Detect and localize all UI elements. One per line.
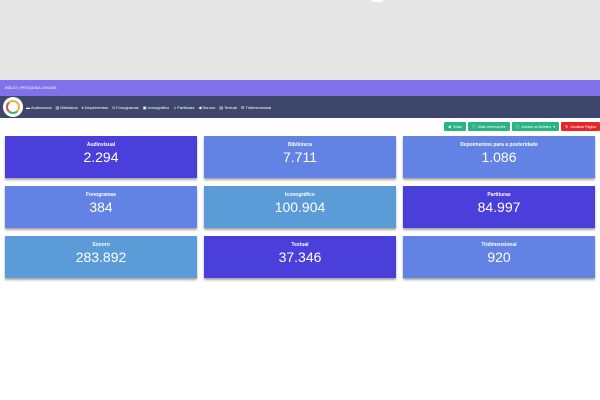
stat-card-partituras[interactable]: Partituras 84.997 bbox=[403, 186, 595, 228]
nav-label: Textual bbox=[224, 104, 237, 110]
info-icon: ⓘ bbox=[471, 123, 476, 129]
video-camera-icon: ▬ bbox=[26, 104, 30, 110]
page-title: INÍCIO | PESQUISA ONLINE bbox=[5, 85, 57, 90]
stat-card-biblioteca[interactable]: Biblioteca 7.711 bbox=[204, 136, 396, 178]
bulletin-button[interactable]: ⓘ Acesse os Boletins ▾ bbox=[511, 122, 560, 131]
card-value: 384 bbox=[89, 199, 113, 215]
blank-area bbox=[0, 0, 600, 80]
music-icon: ♫ bbox=[173, 104, 177, 110]
image-icon: ▣ bbox=[142, 104, 147, 110]
card-value: 920 bbox=[487, 249, 511, 265]
nav-label: Fonogramas bbox=[116, 104, 139, 110]
refresh-icon: ↻ bbox=[565, 124, 569, 129]
action-toolbar: ◀ Voltar ⓘ Mais Informações ⓘ Acesse os Bol… bbox=[443, 122, 600, 131]
nav-label: Tridimensional bbox=[245, 104, 272, 110]
card-value: 1.086 bbox=[481, 149, 517, 165]
bulletin-label: Acesse os Boletins bbox=[521, 124, 552, 129]
nav-item-textual[interactable]: ▤ Textual bbox=[219, 105, 236, 110]
card-title: Partituras bbox=[487, 192, 511, 198]
stat-card-textual[interactable]: Textual 37.346 bbox=[204, 236, 396, 278]
caret-down-icon: ▾ bbox=[553, 124, 556, 129]
main-content: ◀ Voltar ⓘ Mais Informações ⓘ Acesse os Bol… bbox=[0, 118, 600, 400]
card-value: 283.892 bbox=[75, 249, 127, 265]
more-info-button[interactable]: ⓘ Mais Informações bbox=[467, 122, 510, 131]
card-title: Iconográfico bbox=[284, 192, 315, 198]
nav-label: Iconográfico bbox=[147, 104, 170, 110]
nav-item-iconografico[interactable]: ▣ Iconográfico bbox=[143, 105, 170, 110]
top-bar: INÍCIO | PESQUISA ONLINE bbox=[0, 80, 600, 96]
card-value: 7.711 bbox=[283, 149, 317, 165]
card-value: 2.294 bbox=[83, 149, 119, 165]
nav-item-audiovisual[interactable]: ▬ Audiovisual bbox=[26, 105, 51, 110]
logo[interactable] bbox=[3, 97, 23, 117]
nav-item-biblioteca[interactable]: ▤ Biblioteca bbox=[55, 105, 77, 110]
back-label: Voltar bbox=[452, 124, 462, 129]
nav-label: Biblioteca bbox=[60, 104, 78, 110]
more-info-label: Mais Informações bbox=[477, 124, 506, 129]
nav-item-tridimensional[interactable]: ⚙ Tridimensional bbox=[241, 105, 271, 110]
microphone-icon: ♦ bbox=[81, 104, 84, 110]
nav-item-sonoro[interactable]: ◀ Sonoro bbox=[198, 105, 215, 110]
nav-item-depoimentos[interactable]: ♦ Depoimentos bbox=[82, 105, 109, 110]
nav-item-fonogramas[interactable]: Ω Fonogramas bbox=[112, 105, 138, 110]
card-title: Biblioteca bbox=[288, 142, 312, 148]
back-button[interactable]: ◀ Voltar bbox=[443, 122, 466, 131]
stat-card-sonoro[interactable]: Sonoro 283.892 bbox=[5, 236, 197, 278]
refresh-label: Atualizar Página bbox=[570, 124, 597, 129]
card-title: Depoimentos para a posteridade bbox=[460, 142, 538, 148]
stat-card-fonogramas[interactable]: Fonogramas 384 bbox=[5, 186, 197, 228]
card-value: 100.904 bbox=[274, 199, 326, 215]
file-text-icon: ▤ bbox=[219, 104, 224, 110]
top-indicator bbox=[371, 0, 383, 2]
card-title: Fonogramas bbox=[85, 192, 116, 198]
card-title: Audiovisual bbox=[86, 142, 116, 148]
stat-card-iconografico[interactable]: Iconográfico 100.904 bbox=[204, 186, 396, 228]
card-title: Sonoro bbox=[92, 242, 110, 248]
stat-card-tridimensional[interactable]: Tridimensional 920 bbox=[403, 236, 595, 278]
stat-card-depoimentos[interactable]: Depoimentos para a posteridade 1.086 bbox=[403, 136, 595, 178]
info-icon: ⓘ bbox=[515, 123, 520, 129]
nav-label: Audiovisual bbox=[31, 104, 52, 110]
book-icon: ▤ bbox=[55, 104, 60, 110]
nav-label: Sonoro bbox=[202, 104, 216, 110]
nav-label: Partituras bbox=[177, 104, 195, 110]
refresh-button[interactable]: ↻ Atualizar Página bbox=[561, 122, 600, 131]
card-title: Textual bbox=[291, 242, 309, 248]
card-value: 37.346 bbox=[278, 249, 322, 265]
speaker-icon: ◀ bbox=[198, 104, 202, 110]
nav-label: Depoimentos bbox=[84, 104, 109, 110]
logo-icon bbox=[6, 100, 20, 114]
cube-icon: ⚙ bbox=[240, 104, 245, 110]
card-title: Tridimensional bbox=[481, 242, 517, 248]
card-value: 84.997 bbox=[477, 199, 521, 215]
main-navbar: ▬ Audiovisual ▤ Biblioteca ♦ Depoimentos ΩF… bbox=[0, 96, 600, 118]
headphones-icon: Ω bbox=[112, 104, 116, 110]
stat-card-audiovisual[interactable]: Audiovisual 2.294 bbox=[5, 136, 197, 178]
arrow-left-icon: ◀ bbox=[447, 124, 451, 129]
nav-item-partituras[interactable]: ♫ Partituras bbox=[173, 105, 194, 110]
